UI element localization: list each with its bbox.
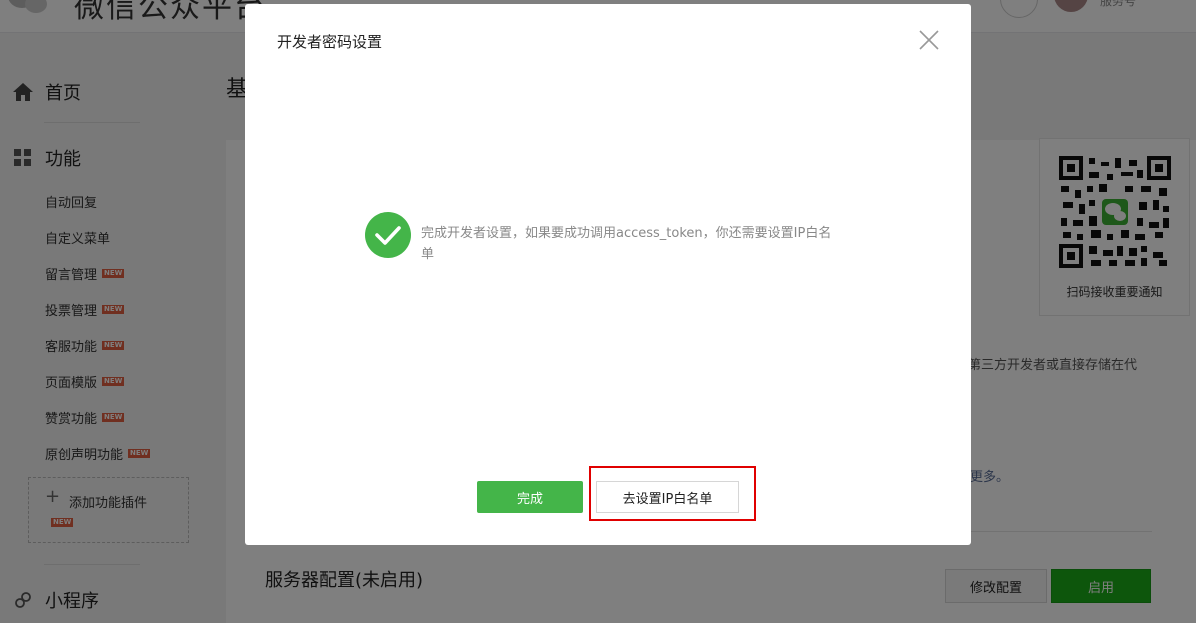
highlight-annotation [589,466,756,521]
success-check-icon [365,212,411,258]
developer-password-dialog: 开发者密码设置 完成开发者设置，如果要成功调用access_token，你还需要… [245,4,971,545]
success-message: 完成开发者设置，如果要成功调用access_token，你还需要设置IP白名单 [421,226,832,262]
dialog-title: 开发者密码设置 [277,33,383,51]
close-icon[interactable] [917,28,941,52]
done-button[interactable]: 完成 [477,481,583,513]
